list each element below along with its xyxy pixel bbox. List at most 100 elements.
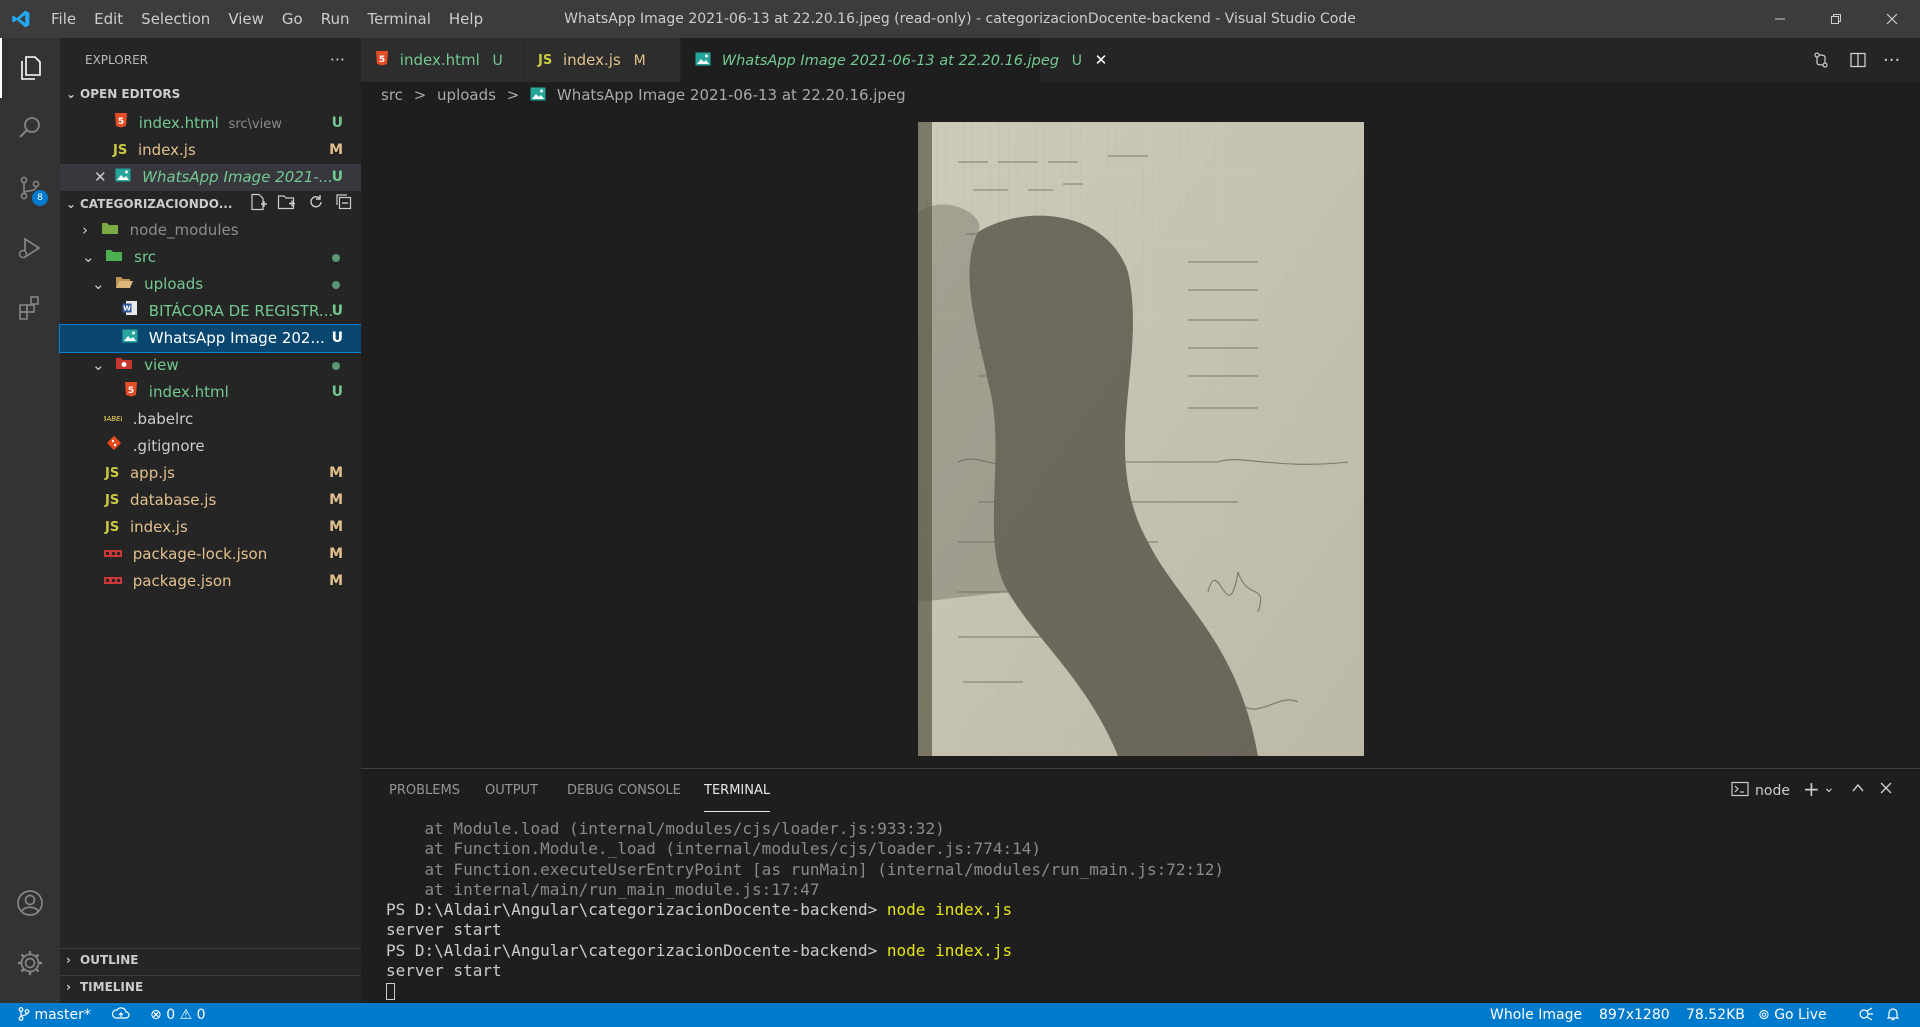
tab-problems[interactable]: PROBLEMS <box>389 769 460 813</box>
bottom-panel: PROBLEMS OUTPUT DEBUG CONSOLE TERMINAL n… <box>361 768 1920 1003</box>
maximize-panel-icon[interactable] <box>1851 781 1865 799</box>
menu-run[interactable]: Run <box>312 0 359 38</box>
chevron-down-icon[interactable]: ⌄ <box>1823 780 1835 796</box>
terminal-icon <box>1731 781 1749 801</box>
tree-item-app-js[interactable]: JS app.js M <box>60 460 361 487</box>
tab-debug-console[interactable]: DEBUG CONSOLE <box>567 769 681 813</box>
status-badge: M <box>329 546 343 562</box>
notifications-bell-icon[interactable] <box>1886 1003 1900 1027</box>
branch-icon <box>18 1007 30 1021</box>
terminal-line: at Function.Module._load (internal/modul… <box>386 839 1042 859</box>
project-header[interactable]: ⌄ CATEGORIZACIONDO... <box>60 193 361 215</box>
go-live-button[interactable]: ⊚ Go Live <box>1758 1003 1827 1027</box>
tab-output[interactable]: OUTPUT <box>485 769 538 813</box>
restore-button[interactable] <box>1808 0 1864 38</box>
collapse-all-icon[interactable] <box>335 193 353 218</box>
tree-item-database-js[interactable]: JS database.js M <box>60 487 361 514</box>
run-debug-icon[interactable] <box>0 218 60 278</box>
new-file-icon[interactable] <box>249 193 267 218</box>
new-terminal-icon[interactable]: + <box>1803 777 1820 801</box>
breadcrumb-file[interactable]: WhatsApp Image 2021-06-13 at 22.20.16.jp… <box>557 86 906 104</box>
javascript-icon: JS <box>105 493 120 508</box>
tree-item-label: .babelrc <box>132 410 194 428</box>
tree-item-babelrc[interactable]: BABEL .babelrc <box>60 406 361 433</box>
chevron-right-icon: > <box>506 86 520 104</box>
breadcrumb-src[interactable]: src <box>381 86 403 104</box>
more-actions-icon[interactable]: ··· <box>1883 38 1900 82</box>
more-actions-icon[interactable]: ··· <box>330 38 345 82</box>
tab-terminal[interactable]: TERMINAL <box>704 770 771 812</box>
branch-name: master* <box>34 1007 91 1023</box>
timeline-header[interactable]: › TIMELINE <box>60 975 361 997</box>
tree-item-view[interactable]: ⌄ view <box>60 352 361 379</box>
status-badge: U <box>492 53 503 69</box>
extensions-icon[interactable] <box>0 278 60 338</box>
status-badge: U <box>331 169 343 185</box>
open-editor-index-js[interactable]: JS index.js M <box>60 137 361 164</box>
problems-indicator[interactable]: ⊗ 0 ⚠ 0 <box>150 1003 206 1027</box>
status-badge: U <box>331 384 343 400</box>
warning-icon: ⚠ <box>179 1007 193 1023</box>
refresh-icon[interactable] <box>307 193 325 218</box>
image-zoom-mode[interactable]: Whole Image <box>1490 1003 1582 1027</box>
accounts-icon[interactable] <box>0 873 60 933</box>
tab-index-html[interactable]: 5 index.html U <box>361 38 524 82</box>
broadcast-icon: ⊚ <box>1758 1007 1770 1023</box>
menu-file[interactable]: File <box>42 0 85 38</box>
tree-item-src[interactable]: ⌄ src <box>60 244 361 271</box>
terminal-command: node index.js <box>886 900 1013 920</box>
terminal-output[interactable]: at Module.load (internal/modules/cjs/loa… <box>386 819 1224 1002</box>
menu-selection[interactable]: Selection <box>132 0 219 38</box>
feedback-icon[interactable] <box>1858 1003 1874 1027</box>
close-panel-icon[interactable] <box>1879 781 1893 799</box>
explorer-icon[interactable] <box>0 38 60 98</box>
status-badge: U <box>331 115 343 131</box>
menu-view[interactable]: View <box>219 0 273 38</box>
tree-item-package-lock-json[interactable]: package-lock.json M <box>60 541 361 568</box>
outline-header[interactable]: › OUTLINE <box>60 948 361 970</box>
explorer-sidebar: EXPLORER ··· ⌄ OPEN EDITORS 5 index.html… <box>59 38 362 1003</box>
tree-item-label: node_modules <box>129 221 239 239</box>
html5-icon: 5 <box>375 39 389 83</box>
tree-item-label: app.js <box>129 464 175 482</box>
new-folder-icon[interactable] <box>277 193 297 218</box>
tree-item-uploads[interactable]: ⌄ uploads <box>60 271 361 298</box>
terminal-selector[interactable]: node <box>1731 781 1790 801</box>
tree-item-whatsapp-image[interactable]: WhatsApp Image 202... U <box>59 324 362 353</box>
open-editor-index-html[interactable]: 5 index.html src\view U <box>60 110 361 137</box>
tree-item-bitacora[interactable]: W BITÁCORA DE REGISTR... U <box>60 298 361 325</box>
tree-item-index-js[interactable]: JS index.js M <box>60 514 361 541</box>
open-changes-icon[interactable] <box>1812 38 1830 82</box>
tree-item-label: BITÁCORA DE REGISTR... <box>148 302 334 320</box>
source-control-icon[interactable]: 8 <box>0 158 60 218</box>
sync-icon[interactable] <box>111 1003 130 1027</box>
menu-go[interactable]: Go <box>273 0 312 38</box>
tree-item-node-modules[interactable]: › node_modules <box>60 217 361 244</box>
manage-gear-icon[interactable] <box>0 933 60 993</box>
tree-item-label: .gitignore <box>132 437 205 455</box>
view-folder-icon <box>115 352 133 379</box>
tab-whatsapp-image[interactable]: WhatsApp Image 2021-06-13 at 22.20.16.jp… <box>681 38 1107 82</box>
whatsapp-photo-image[interactable] <box>918 122 1364 756</box>
tree-item-package-json[interactable]: package.json M <box>60 568 361 595</box>
image-file-icon <box>115 164 131 191</box>
chevron-right-icon: › <box>82 221 88 239</box>
tree-item-gitignore[interactable]: .gitignore <box>60 433 361 460</box>
open-editor-whatsapp-image[interactable]: ✕ WhatsApp Image 2021-... U <box>60 164 361 191</box>
open-editors-header[interactable]: ⌄ OPEN EDITORS <box>60 83 361 105</box>
node-folder-icon <box>101 217 119 244</box>
close-editor-icon[interactable]: ✕ <box>94 164 107 191</box>
minimize-button[interactable] <box>1752 0 1808 38</box>
close-tab-icon[interactable]: ✕ <box>1095 51 1108 69</box>
close-window-button[interactable] <box>1864 0 1920 38</box>
search-icon[interactable] <box>0 98 60 158</box>
menu-help[interactable]: Help <box>440 0 492 38</box>
branch-indicator[interactable]: master* <box>18 1003 91 1027</box>
breadcrumb-uploads[interactable]: uploads <box>437 86 496 104</box>
tree-item-view-index-html[interactable]: 5 index.html U <box>60 379 361 406</box>
tab-index-js[interactable]: JS index.js M <box>524 38 681 82</box>
menu-edit[interactable]: Edit <box>85 0 132 38</box>
menu-terminal[interactable]: Terminal <box>359 0 440 38</box>
status-badge: U <box>1071 53 1083 69</box>
split-editor-icon[interactable] <box>1849 38 1867 82</box>
